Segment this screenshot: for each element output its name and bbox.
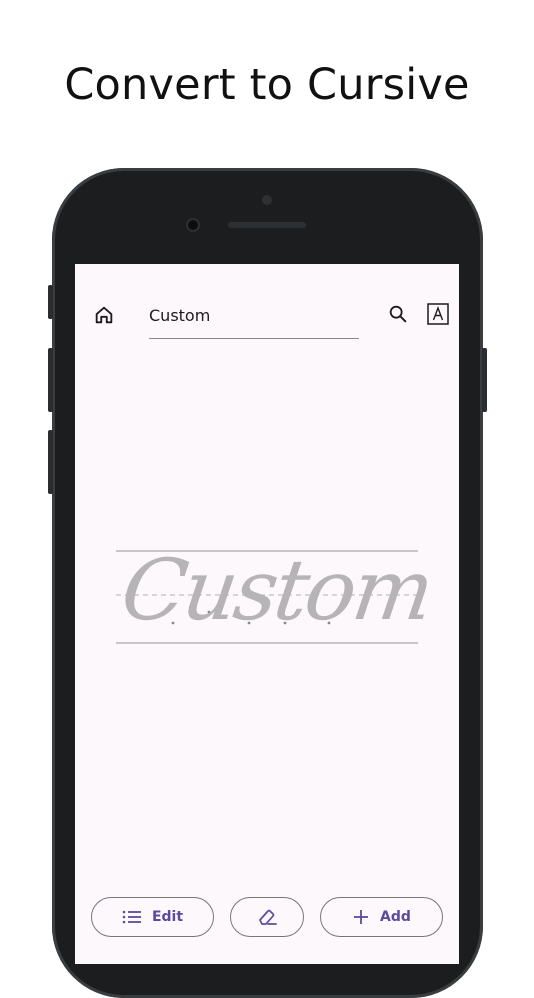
edit-button[interactable]: Edit (91, 897, 214, 937)
earpiece-speaker (228, 222, 306, 228)
add-button[interactable]: Add (320, 897, 443, 937)
title-input[interactable]: Custom (149, 304, 359, 339)
headline: Convert to Cursive (64, 60, 470, 110)
font-button[interactable] (426, 302, 450, 326)
proximity-sensor (262, 195, 272, 205)
power-button (482, 348, 487, 412)
mute-switch (48, 285, 53, 319)
cursive-word: Custom (115, 541, 438, 639)
bottom-action-bar: Edit Add (75, 897, 459, 941)
font-box-icon (427, 303, 449, 325)
eraser-icon (259, 909, 277, 925)
list-icon (122, 910, 141, 924)
edit-button-label: Edit (151, 909, 184, 925)
volume-down-button (48, 430, 53, 494)
title-input-value: Custom (149, 306, 211, 325)
home-icon (95, 306, 113, 324)
home-button[interactable] (91, 302, 117, 328)
plus-icon (354, 910, 369, 924)
app-screen: Custom Custom Edit Add (75, 264, 459, 964)
cursive-practice-area[interactable]: Custom (115, 541, 437, 649)
volume-up-button (48, 348, 53, 412)
eraser-button[interactable] (230, 897, 304, 937)
front-camera (186, 218, 200, 232)
search-button[interactable] (385, 301, 411, 327)
add-button-label: Add (380, 909, 411, 925)
search-icon (389, 305, 407, 323)
